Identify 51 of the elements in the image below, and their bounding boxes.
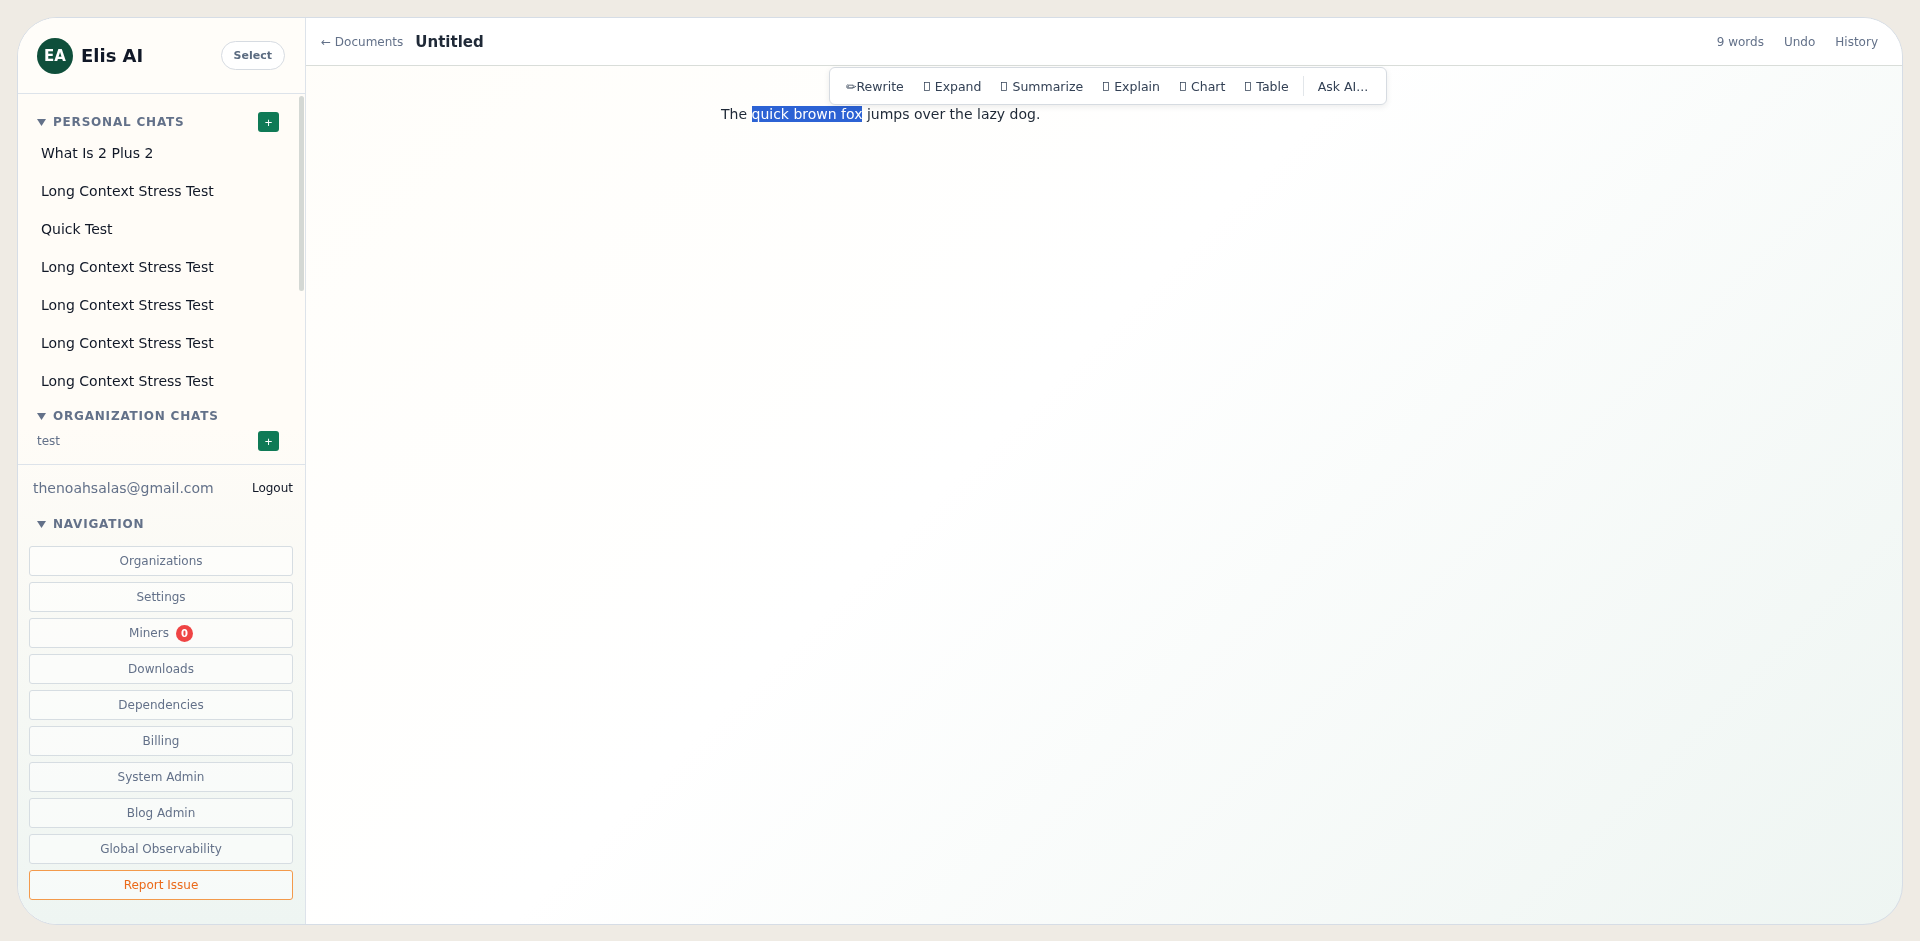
count-badge: 0 [175,624,193,642]
nav-button[interactable]: Dependencies [29,690,293,720]
missing-glyph-icon [923,80,930,92]
avatar: EA [37,37,73,74]
missing-glyph-icon [1103,80,1110,92]
toolbar-button[interactable]: Summarize [991,78,1094,94]
chat-item[interactable]: What Is 2 Plus 2 [37,134,279,172]
caret-icon [37,117,46,127]
toolbar-button[interactable]: Ask AI... [1307,78,1379,94]
missing-glyph-icon [1245,80,1252,92]
document-text[interactable]: The quick brown fox jumps over the lazy dog. [721,106,1041,122]
back-link[interactable]: ← Documents [321,34,404,49]
chat-item[interactable]: Quick Test [37,210,279,248]
word-count: 9 words [1716,34,1764,49]
chat-item[interactable]: Long Context Stress Test [37,172,279,210]
nav-button[interactable]: Settings [29,582,293,612]
toolbar-button[interactable]: ✏Rewrite [836,78,914,94]
nav-button[interactable]: Report Issue [29,870,293,900]
app-name: Elis AI [81,45,144,66]
caret-icon [37,411,46,421]
user-email: thenoahsalas@gmail.com [33,480,214,496]
nav-button[interactable]: Downloads [29,654,293,684]
scrollbar[interactable] [299,96,304,291]
section-header[interactable]: NAVIGATION [37,517,145,531]
chat-item[interactable]: Long Context Stress Test [37,248,279,286]
nav-button[interactable]: Miners 0 [29,618,293,648]
nav-button[interactable]: Organizations [29,546,293,576]
nav-button[interactable]: Blog Admin [29,798,293,828]
missing-glyph-icon [1001,80,1008,92]
section-header[interactable]: ORGANIZATION CHATS [37,409,219,423]
toolbar-button[interactable]: Explain [1093,78,1170,94]
toolbar-button[interactable]: Chart [1170,78,1236,94]
select-button[interactable]: Select [220,41,285,70]
toolbar-button[interactable]: Table [1235,78,1299,94]
chat-item[interactable]: Long Context Stress Test [37,286,279,324]
document-title: Untitled [415,32,484,51]
section-header[interactable]: PERSONAL CHATS [37,115,185,129]
nav-button[interactable]: Global Observability [29,834,293,864]
nav-button[interactable]: Billing [29,726,293,756]
toolbar-button[interactable]: Expand [913,78,992,94]
history-button[interactable]: History [1835,34,1878,49]
caret-icon [37,519,46,529]
chat-item[interactable]: Long Context Stress Test [37,362,279,400]
missing-glyph-icon [1180,80,1186,92]
chat-item[interactable]: Long Context Stress Test [37,324,279,362]
add-chat-button[interactable]: + [258,431,279,451]
undo-button[interactable]: Undo [1783,34,1816,49]
add-chat-button[interactable]: + [258,112,279,132]
organization-item[interactable]: test [37,434,61,448]
logout-button[interactable]: Logout [251,481,293,495]
nav-button[interactable]: System Admin [29,762,293,792]
